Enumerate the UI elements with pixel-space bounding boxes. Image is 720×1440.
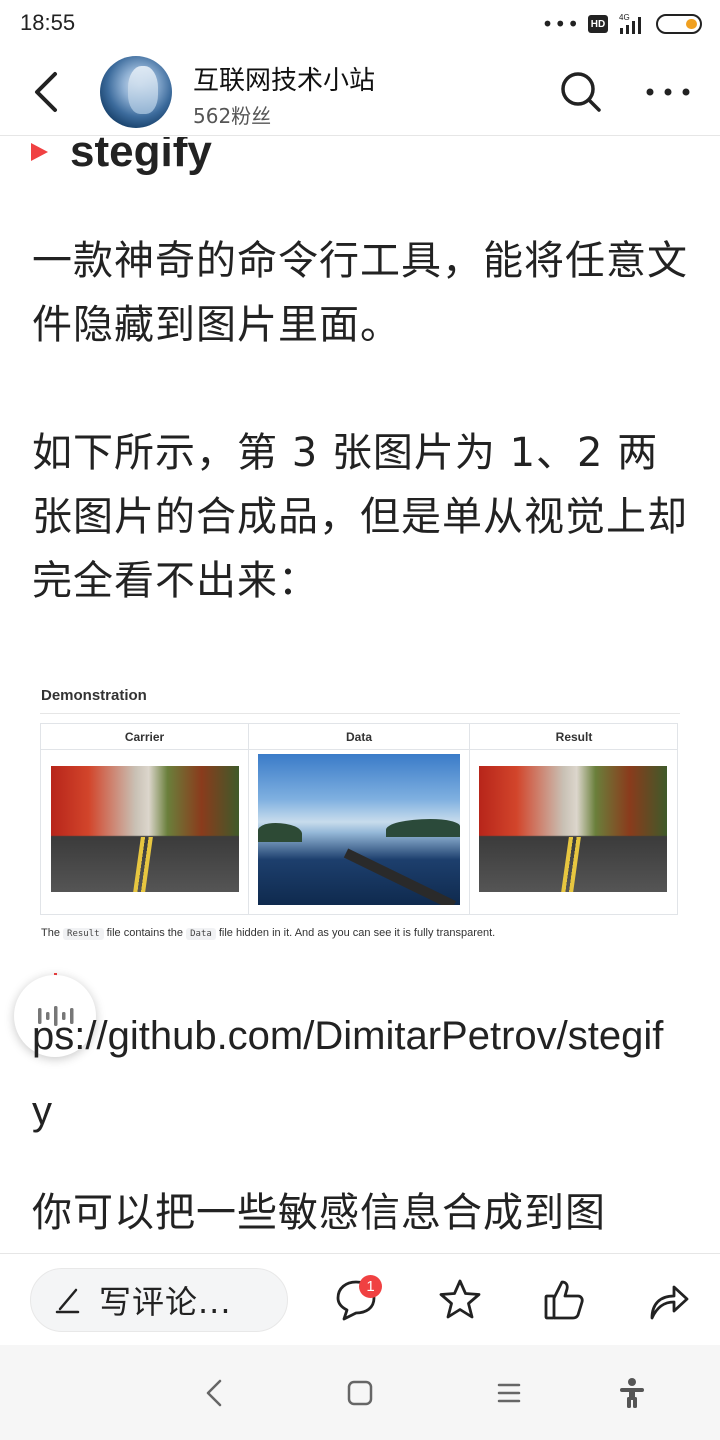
star-icon [439,1279,481,1319]
action-bar: 写评论... 1 [0,1253,720,1345]
demo-col-data: Data [249,724,470,914]
article-body: stegify 一款神奇的命令行工具，能将任意文件隐藏到图片里面。 如下所示，第… [0,137,720,1253]
nav-menu-button[interactable] [491,1375,527,1411]
demo-divider [40,713,680,714]
col-header-data: Data [249,724,469,750]
article-header: 互联网技术小站 562粉丝 [0,48,720,136]
search-button[interactable] [556,68,606,116]
demo-caption: The Result file contains the Data file h… [41,927,496,940]
col-header-carrier: Carrier [41,724,248,750]
caption-post: file hidden in it. And as you can see it… [218,927,496,939]
demo-col-carrier: Carrier [41,724,249,914]
more-button[interactable] [640,68,696,116]
back-icon [35,72,57,112]
col-header-result: Result [470,724,678,750]
nav-back-button[interactable] [196,1375,232,1411]
heading-marker-icon [31,143,48,161]
signal-icon: 4G [619,13,641,34]
comment-input[interactable]: 写评论... [30,1268,288,1332]
nav-home-button[interactable] [342,1375,378,1411]
paragraph-2: 如下所示，第 3 张图片为 1、2 两张图片的合成品，但是单从视觉上却完全看不出… [32,430,688,604]
thumbs-up-icon [544,1280,584,1320]
caption-code-data: Data [186,928,216,940]
section-heading: stegify [70,137,212,176]
caption-pre: The [41,927,60,939]
battery-icon [656,14,702,34]
avatar[interactable] [100,56,172,128]
paragraph-3: 你可以把一些敏感信息合成到图 [32,1190,606,1236]
status-icons: ••• HD 4G [542,12,702,36]
favorite-button[interactable] [432,1274,488,1326]
like-button[interactable] [536,1274,592,1326]
avatar-face [128,66,158,114]
system-nav-bar [0,1345,720,1440]
comments-button[interactable]: 1 [328,1274,384,1326]
github-link[interactable]: ps://github.com/DimitarPetrov/stegify [32,999,682,1149]
channel-name[interactable]: 互联网技术小站 [193,60,375,97]
status-bar: 18:55 ••• HD 4G [0,0,720,48]
accessibility-icon [620,1378,644,1408]
hd-icon: HD [588,15,608,33]
carrier-image [51,766,239,892]
channel-fans: 562粉丝 [193,104,272,128]
paragraph-1: 一款神奇的命令行工具，能将任意文件隐藏到图片里面。 [32,238,688,348]
share-button[interactable] [640,1274,696,1326]
home-icon [347,1380,373,1406]
pen-icon [55,1288,80,1314]
comment-placeholder: 写评论... [99,1283,232,1321]
demonstration-image[interactable]: Demonstration Carrier Data Result The Re… [40,683,680,953]
demo-col-result: Result [470,724,678,914]
result-image [479,766,667,892]
signal-type: 4G [619,13,630,22]
data-image [258,754,460,905]
demo-title: Demonstration [41,687,147,704]
dots-icon: ••• [541,12,580,36]
nav-back-icon [206,1379,222,1407]
menu-icon [497,1383,521,1403]
caption-code-result: Result [63,928,104,940]
demo-table: Carrier Data Result [40,723,678,915]
more-icon [646,88,690,96]
share-icon [650,1285,689,1320]
search-icon [561,72,601,112]
nav-accessibility-button[interactable] [614,1375,650,1411]
battery-level [686,19,697,29]
comment-count-badge: 1 [359,1275,382,1298]
caption-mid: file contains the [106,927,184,939]
back-button[interactable] [24,66,68,118]
status-time: 18:55 [20,10,76,35]
